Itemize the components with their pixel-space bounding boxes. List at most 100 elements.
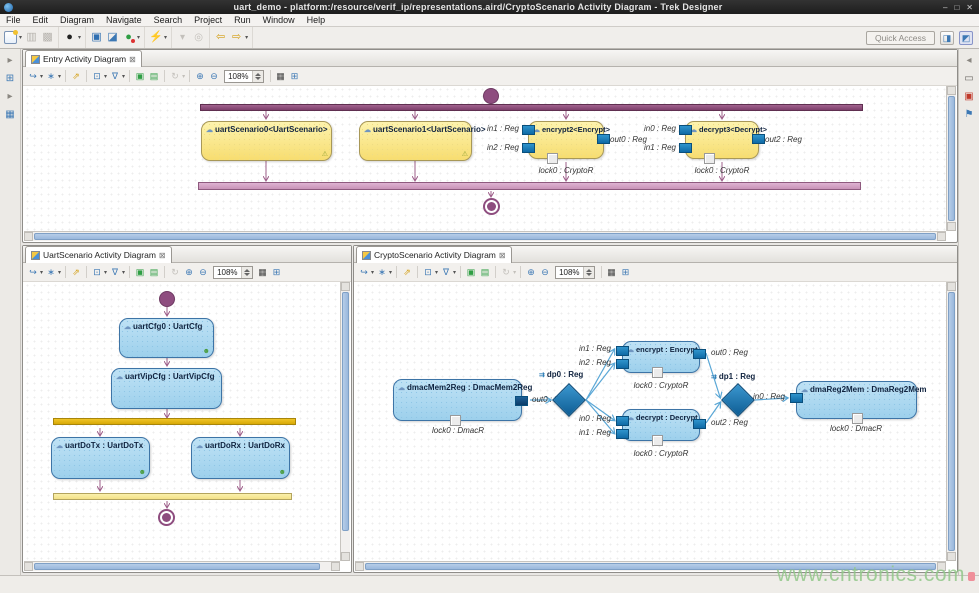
zoom-level-input[interactable]: 108%	[555, 266, 594, 279]
layers-icon[interactable]: ⊡	[422, 266, 434, 279]
save-all-icon[interactable]: ▩	[41, 31, 54, 44]
lock-port[interactable]	[450, 415, 461, 426]
port-out2[interactable]	[693, 419, 706, 429]
port-in2[interactable]	[522, 143, 535, 153]
port-in0[interactable]	[790, 393, 803, 403]
port-in1[interactable]	[679, 143, 692, 153]
tab-close-icon[interactable]: ⊠	[499, 251, 506, 260]
menu-edit[interactable]: Edit	[27, 15, 55, 25]
menu-search[interactable]: Search	[148, 15, 189, 25]
port-in0[interactable]	[679, 125, 692, 135]
open-perspective-icon[interactable]: ◨	[940, 31, 954, 45]
tab-cryptoscenario-activity-diagram[interactable]: CryptoScenario Activity Diagram ⊠	[356, 246, 512, 263]
problems-view-icon[interactable]: ▣	[963, 90, 976, 103]
route-icon[interactable]: ↪	[358, 266, 370, 279]
activity-node-decrypt[interactable]: ☁decrypt : Decrypt	[622, 409, 700, 441]
zoom-in-icon[interactable]: ⊕	[194, 70, 206, 83]
join-bar[interactable]	[53, 493, 292, 500]
zoom-in-icon[interactable]: ⊕	[183, 266, 195, 279]
forward-icon[interactable]: ⇨	[230, 31, 243, 44]
layers-icon[interactable]: ⊡	[91, 70, 103, 83]
lock-port[interactable]	[547, 153, 558, 164]
menu-window[interactable]: Window	[257, 15, 301, 25]
export-image-icon[interactable]: ▣	[134, 70, 146, 83]
crypto-vscroll[interactable]	[946, 282, 956, 561]
layout-icon[interactable]: ∗	[376, 266, 388, 279]
outline-view-icon[interactable]: ▦	[4, 108, 17, 121]
zoom-level-input[interactable]: 108%	[224, 70, 263, 83]
menu-file[interactable]: File	[0, 15, 27, 25]
filter-icon[interactable]: ∇	[109, 266, 121, 279]
run-dropdown-icon[interactable]: ▾	[164, 34, 167, 41]
restore-right-icon[interactable]: ◂	[963, 54, 976, 67]
port-out0[interactable]	[515, 396, 528, 406]
maximize-button[interactable]: □	[954, 3, 959, 12]
crypto-canvas[interactable]: ☁dmacMem2Reg : DmacMem2Reg out0 : Reg lo…	[355, 282, 946, 561]
uart-hscroll[interactable]	[24, 561, 340, 571]
activity-node-uartDoRx[interactable]: ☁uartDoRx : UartDoRx ☻	[191, 437, 290, 479]
zoom-spinner[interactable]	[241, 267, 252, 278]
back-icon[interactable]: ⇦	[214, 31, 227, 44]
restore-left2-icon[interactable]: ▸	[4, 90, 17, 103]
snapshot-icon[interactable]: ▦	[275, 70, 287, 83]
fork-bar[interactable]	[200, 104, 863, 111]
activity-node-encrypt[interactable]: ☁encrypt : Encrypt	[622, 341, 700, 373]
new-wizard-icon[interactable]	[4, 31, 17, 44]
export-diagram-icon[interactable]: ▤	[148, 266, 160, 279]
menu-navigate[interactable]: Navigate	[100, 15, 148, 25]
quick-access-box[interactable]: Quick Access	[866, 31, 935, 45]
close-button[interactable]: ✕	[966, 3, 973, 12]
port-out2[interactable]	[752, 134, 765, 144]
filter-icon[interactable]: ∇	[440, 266, 452, 279]
port-out0[interactable]	[693, 349, 706, 359]
forward-dropdown-icon[interactable]: ▾	[245, 34, 248, 41]
decision-node-dp0[interactable]	[552, 383, 586, 417]
wand-icon[interactable]: ⇗	[401, 266, 413, 279]
report-icon[interactable]: ◪	[106, 31, 119, 44]
activity-node-dmacMem2Reg[interactable]: ☁dmacMem2Reg : DmacMem2Reg	[393, 379, 522, 421]
activity-node-encrypt2[interactable]: ☁encrypt2<Encrypt>	[528, 121, 604, 159]
zoom-spinner[interactable]	[583, 267, 594, 278]
port-in1[interactable]	[522, 125, 535, 135]
fork-bar[interactable]	[53, 418, 296, 425]
port-in1[interactable]	[616, 429, 629, 439]
export-image-icon[interactable]: ▣	[465, 266, 477, 279]
properties-view-icon[interactable]: ▭	[963, 72, 976, 85]
grid-icon[interactable]: ⊞	[620, 266, 632, 279]
save-icon[interactable]: ▥	[25, 31, 38, 44]
export-image-icon[interactable]: ▣	[134, 266, 146, 279]
port-in2[interactable]	[616, 359, 629, 369]
run-icon[interactable]: ⚡	[149, 31, 162, 44]
entry-canvas[interactable]: ☁uartScenario0<UartScenario> ⚠ ☁uartScen…	[24, 86, 946, 231]
lock-port[interactable]	[852, 413, 863, 424]
menu-diagram[interactable]: Diagram	[54, 15, 100, 25]
activity-node-uartCfg0[interactable]: ☁uartCfg0 : UartCfg ☻	[119, 318, 214, 358]
uart-canvas[interactable]: ☁uartCfg0 : UartCfg ☻ ☁uartVipCfg : Uart…	[24, 282, 340, 561]
wand-icon[interactable]: ⇗	[70, 70, 82, 83]
tab-close-icon[interactable]: ⊠	[159, 251, 166, 260]
activity-node-dmaReg2Mem[interactable]: ☁dmaReg2Mem : DmaReg2Mem	[796, 381, 917, 419]
menu-project[interactable]: Project	[188, 15, 228, 25]
menu-help[interactable]: Help	[301, 15, 332, 25]
initial-node[interactable]	[159, 291, 175, 307]
console-icon[interactable]: ▣	[90, 31, 103, 44]
zoom-out-icon[interactable]: ⊖	[208, 70, 220, 83]
lock-port[interactable]	[652, 435, 663, 446]
restore-left-icon[interactable]: ▸	[4, 54, 17, 67]
grid-icon[interactable]: ⊞	[289, 70, 301, 83]
snapshot-icon[interactable]: ▦	[606, 266, 618, 279]
zoom-spinner[interactable]	[252, 71, 263, 82]
activity-node-uartDoTx[interactable]: ☁uartDoTx : UartDoTx ☻	[51, 437, 150, 479]
debug-icon[interactable]: ●	[63, 31, 76, 44]
zoom-level-input[interactable]: 108%	[213, 266, 252, 279]
zoom-out-icon[interactable]: ⊖	[539, 266, 551, 279]
minimize-button[interactable]: –	[943, 3, 947, 12]
export-diagram-icon[interactable]: ▤	[148, 70, 160, 83]
grid-icon[interactable]: ⊞	[271, 266, 283, 279]
current-perspective-icon[interactable]: ◩	[959, 31, 973, 45]
uart-vscroll[interactable]	[340, 282, 350, 561]
tab-uartscenario-activity-diagram[interactable]: UartScenario Activity Diagram ⊠	[25, 246, 172, 263]
route-icon[interactable]: ↪	[27, 70, 39, 83]
port-out0[interactable]	[597, 134, 610, 144]
activity-node-decrypt3[interactable]: ☁decrypt3<Decrypt>	[685, 121, 759, 159]
